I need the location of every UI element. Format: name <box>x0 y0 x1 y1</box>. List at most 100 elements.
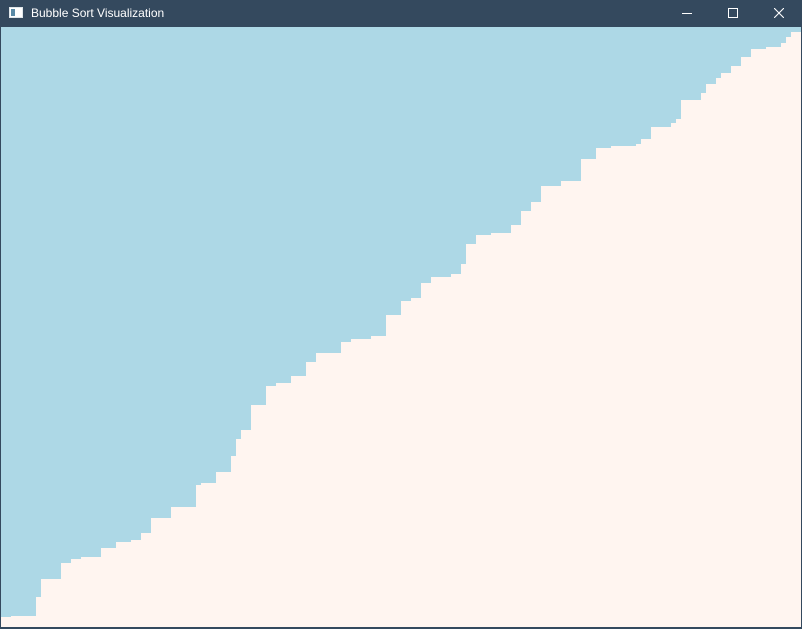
bar <box>141 533 147 627</box>
bar <box>176 507 182 627</box>
close-icon <box>774 8 784 18</box>
bar <box>266 386 272 627</box>
bar <box>341 342 347 627</box>
bar <box>26 616 32 627</box>
bar <box>441 277 447 627</box>
bar <box>571 181 577 627</box>
bar <box>516 225 522 627</box>
bar <box>226 472 232 627</box>
bar <box>626 146 632 627</box>
bar <box>316 353 322 627</box>
bar <box>391 315 397 627</box>
bar <box>211 483 217 627</box>
bar <box>731 66 737 627</box>
bar <box>431 277 437 627</box>
bar <box>201 483 207 627</box>
bar <box>781 43 787 627</box>
bar <box>361 339 367 627</box>
minimize-icon <box>682 13 692 14</box>
bar <box>41 579 47 627</box>
bar <box>396 315 402 627</box>
bar <box>416 298 422 627</box>
bar <box>371 336 377 627</box>
bar <box>76 559 82 627</box>
bar <box>346 342 352 627</box>
bar <box>31 616 37 627</box>
app-window: Bubble Sort Visualization <box>0 0 802 629</box>
bar <box>791 32 797 627</box>
bar <box>36 597 42 627</box>
bar <box>556 186 562 627</box>
bar <box>411 298 417 627</box>
bar <box>531 202 537 627</box>
bar <box>686 100 692 627</box>
bar <box>776 47 782 627</box>
bar <box>286 383 292 627</box>
bar <box>271 386 277 627</box>
bar <box>796 32 801 627</box>
bar <box>86 557 92 627</box>
bar <box>166 518 172 627</box>
bar <box>591 159 597 627</box>
bar <box>196 485 202 627</box>
window-title: Bubble Sort Visualization <box>31 6 165 20</box>
bar <box>406 301 412 627</box>
bar <box>326 353 332 627</box>
bar <box>426 283 432 627</box>
bar <box>1 617 7 627</box>
bar <box>256 405 262 627</box>
bar <box>561 181 567 627</box>
bar <box>216 472 222 627</box>
bar <box>56 579 62 627</box>
bar <box>241 430 247 627</box>
bar <box>161 518 167 627</box>
bar <box>186 507 192 627</box>
bar <box>636 144 642 627</box>
bar <box>21 616 27 627</box>
bar <box>436 277 442 627</box>
bar <box>481 235 487 627</box>
bar <box>526 211 532 627</box>
bar <box>351 339 357 627</box>
bar <box>136 540 142 627</box>
bar <box>491 233 497 627</box>
bar <box>691 100 697 627</box>
bar <box>696 100 702 627</box>
bar <box>721 73 727 627</box>
bar <box>706 84 712 627</box>
bar <box>221 472 227 627</box>
bar <box>231 456 237 627</box>
bar <box>611 146 617 627</box>
bar <box>101 548 107 627</box>
bar <box>726 73 732 627</box>
bar <box>506 233 512 627</box>
bar <box>466 244 472 627</box>
bar <box>486 235 492 627</box>
bar <box>766 47 772 627</box>
bar <box>596 148 602 627</box>
bar <box>716 78 722 627</box>
bar <box>111 548 117 627</box>
maximize-icon <box>728 8 738 18</box>
bar <box>746 57 752 627</box>
bar <box>126 542 132 627</box>
bar <box>71 559 77 627</box>
bar <box>701 93 707 627</box>
bar <box>251 405 257 627</box>
title-bar[interactable]: Bubble Sort Visualization <box>0 0 802 26</box>
bar <box>106 548 112 627</box>
close-button[interactable] <box>756 0 802 26</box>
bar <box>671 123 677 627</box>
bar <box>536 202 542 627</box>
bar <box>386 315 392 627</box>
minimize-button[interactable] <box>664 0 710 26</box>
maximize-button[interactable] <box>710 0 756 26</box>
bar <box>11 616 17 627</box>
bar <box>581 159 587 627</box>
bar <box>46 579 52 627</box>
bar <box>496 233 502 627</box>
bar <box>476 235 482 627</box>
visualization-canvas <box>1 27 801 627</box>
bar <box>651 127 657 627</box>
bar <box>621 146 627 627</box>
